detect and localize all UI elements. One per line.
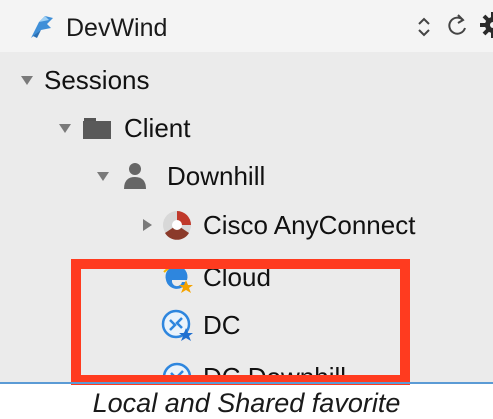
tree-item-sessions[interactable]: Sessions [0, 60, 493, 100]
tree-item-label: DC Downhill [203, 362, 347, 382]
disclosure-expanded-icon[interactable] [96, 169, 110, 183]
tree-item-label: DC [203, 310, 241, 340]
tree-item-client[interactable]: Client [0, 108, 493, 148]
remote-desktop-favorite-icon [161, 309, 193, 341]
divider [0, 382, 493, 384]
disclosure-expanded-icon[interactable] [58, 121, 72, 135]
tree-item-cloud[interactable]: Cloud [0, 257, 493, 297]
tree-item-label: Client [124, 113, 191, 143]
ie-favorite-icon [163, 263, 193, 293]
tree-item-cisco-anyconnect[interactable]: Cisco AnyConnect [0, 205, 493, 245]
devwind-logo-icon[interactable] [27, 12, 57, 42]
tree-item-dc[interactable]: DC [0, 305, 493, 345]
user-icon [124, 163, 146, 189]
toolbar: DevWind [0, 0, 493, 52]
sort-updown-icon[interactable] [416, 15, 432, 39]
tree-item-label: Cisco AnyConnect [203, 210, 416, 240]
tree-item-label: Cloud [203, 262, 271, 292]
screenshot: DevWind Sessions Client Downhill Cisco A… [0, 0, 493, 419]
tree-item-label: Downhill [167, 161, 266, 191]
cisco-anyconnect-icon [163, 211, 191, 240]
remote-desktop-icon [162, 362, 192, 382]
caption: Local and Shared favorite [92, 388, 401, 418]
disclosure-expanded-icon[interactable] [20, 73, 34, 87]
gear-icon[interactable] [478, 10, 493, 40]
app-name[interactable]: DevWind [66, 14, 167, 42]
tree-item-label: Sessions [44, 65, 150, 95]
tree-item-downhill[interactable]: Downhill [0, 156, 493, 196]
disclosure-collapsed-icon[interactable] [140, 218, 154, 232]
folder-icon [83, 118, 111, 139]
session-tree: Sessions Client Downhill Cisco AnyConnec… [0, 52, 493, 382]
tree-item-dc-downhill[interactable]: DC Downhill [0, 357, 493, 382]
refresh-icon[interactable] [445, 12, 469, 38]
